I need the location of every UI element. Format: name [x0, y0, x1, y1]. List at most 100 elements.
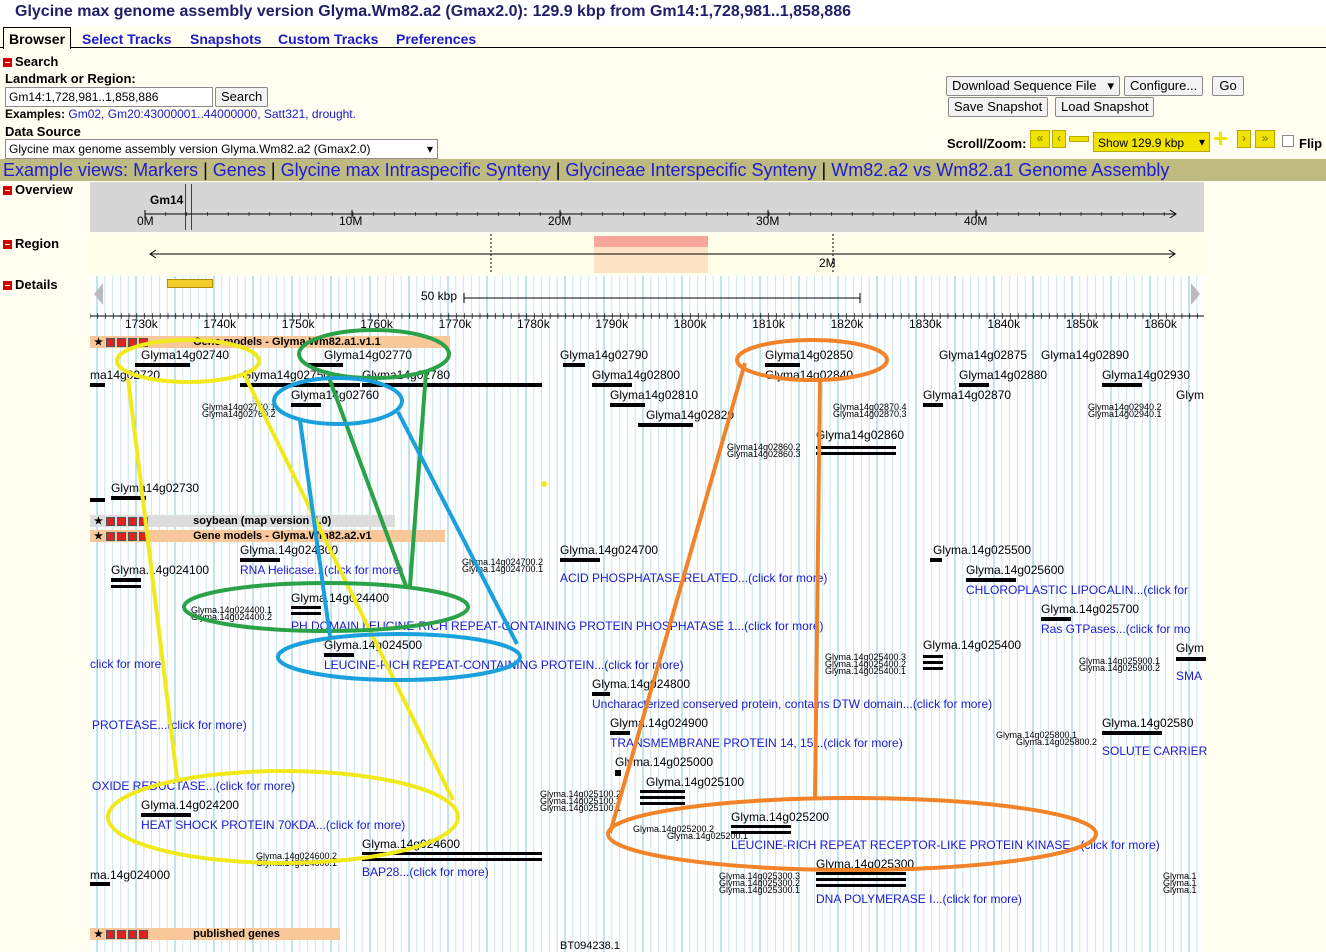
gene-description-link[interactable]: Ras GTPases...(click for mo [1041, 622, 1190, 636]
region-section-toggle[interactable]: Region [3, 236, 59, 251]
gene-label[interactable]: Glyma.14g024700 [560, 543, 658, 557]
gene-label[interactable]: Glyma.14g025300 [816, 857, 914, 871]
gene-label[interactable]: Glyma.14g024500 [324, 638, 422, 652]
gene-label[interactable]: Glyma14g02870 [923, 388, 1011, 402]
scroll-right-arrow-icon[interactable] [1191, 283, 1200, 305]
example-link[interactable]: Gm20:43000001..44000000, [108, 107, 261, 121]
gene-label[interactable]: Glyma14g02740 [141, 348, 229, 362]
gene-description-link[interactable]: Uncharacterized conserved protein, conta… [592, 697, 992, 711]
tab-custom-tracks[interactable]: Custom Tracks [278, 31, 378, 47]
gene-description-link[interactable]: PROTEASE...(click for more) [92, 718, 247, 732]
gene-label[interactable]: Glyma.14g024300 [240, 543, 338, 557]
example-view-interspecific[interactable]: Glycineae Interspecific Synteny [565, 160, 816, 180]
gene-description-link[interactable]: RNA Helicase...(click for more) [240, 563, 403, 577]
gene-label[interactable]: Glyma14g02930 [1102, 368, 1190, 382]
track-header-a2[interactable]: ★ Gene models - Glyma.Wm82.a2.v1 [90, 530, 445, 542]
transcript-label[interactable]: Glyma.14g025400.1 [825, 667, 906, 676]
gene-label[interactable]: ma.14g024000 [90, 868, 170, 882]
gene-description-link[interactable]: click for more) [90, 657, 165, 671]
transcript-label[interactable]: Glyma14g02870.3 [833, 410, 907, 419]
transcript-label[interactable]: Glyma.14g025100.1 [540, 804, 621, 813]
gene-label[interactable]: Glyma.14g02580 [1102, 716, 1193, 730]
gene-label[interactable]: Glyma.14g024600 [362, 837, 460, 851]
gene-description-link[interactable]: DNA POLYMERASE I...(click for more) [816, 892, 1022, 906]
tab-select-tracks[interactable]: Select Tracks [82, 31, 172, 47]
example-view-intraspecific[interactable]: Glycine max Intraspecific Synteny [281, 160, 551, 180]
gene-label[interactable]: Glyma.14g025200 [731, 810, 829, 824]
transcript-label[interactable]: Glyma.14g025900.2 [1079, 664, 1160, 673]
gene-description-link[interactable]: LEUCINE-RICH REPEAT-CONTAINING PROTEIN..… [324, 658, 684, 672]
gene-label[interactable]: Glyma.14g025600 [966, 563, 1064, 577]
gene-label[interactable]: Glyma14g02810 [610, 388, 698, 402]
gene-description-link[interactable]: HEAT SHOCK PROTEIN 70KDA...(click for mo… [141, 818, 405, 832]
gene-description-link[interactable]: OXIDE REDUCTASE...(click for more) [92, 779, 295, 793]
example-link[interactable]: Satt321, [264, 107, 309, 121]
gene-label[interactable]: Glyma14g02840 [765, 368, 853, 382]
gene-label[interactable]: Glyma14g02880 [959, 368, 1047, 382]
gene-label[interactable]: Glym [1176, 388, 1204, 402]
gene-label[interactable]: Glyma.14g025100 [646, 775, 744, 789]
gene-label[interactable]: Glyma14g02860 [816, 428, 904, 442]
example-link[interactable]: drought. [312, 107, 356, 121]
gene-label[interactable]: Glyma.14g024200 [141, 798, 239, 812]
example-view-markers[interactable]: Markers [133, 160, 198, 180]
gene-label[interactable]: Glyma14g02780 [362, 368, 450, 382]
gene-description-link[interactable]: CHLOROPLASTIC LIPOCALIN...(click for [966, 583, 1188, 597]
tab-snapshots[interactable]: Snapshots [190, 31, 262, 47]
gene-description-link[interactable]: LEUCINE-RICH REPEAT RECEPTOR-LIKE PROTEI… [731, 838, 1160, 852]
gene-label[interactable]: Glyma.14g025700 [1041, 602, 1139, 616]
example-view-genes[interactable]: Genes [213, 160, 266, 180]
zoom-out-icon[interactable] [1069, 136, 1089, 142]
gene-label[interactable]: ma14g02720 [90, 368, 160, 382]
scroll-left-arrow-icon[interactable] [94, 283, 103, 305]
gene-label[interactable]: Glyma.14g024900 [610, 716, 708, 730]
load-snapshot-button[interactable]: Load Snapshot [1055, 97, 1155, 117]
details-section-toggle[interactable]: Details [3, 277, 58, 292]
search-section-toggle[interactable]: Search [3, 54, 58, 69]
transcript-label[interactable]: Glyma14g02760.2 [202, 410, 276, 419]
gene-label[interactable]: Glyma14g02750 [242, 368, 330, 382]
gene-label[interactable]: Glyma.14g025000 [615, 755, 713, 769]
gene-label[interactable]: Glyma.14g024100 [111, 563, 209, 577]
gene-label[interactable]: Glyma14g02875 [939, 348, 1027, 362]
scroll-right-icon[interactable]: › [1237, 130, 1251, 148]
transcript-label[interactable]: Glyma14g02860.3 [727, 450, 801, 459]
gene-label[interactable]: Glyma14g02890 [1041, 348, 1129, 362]
example-view-assembly[interactable]: Wm82.a2 vs Wm82.a1 Genome Assembly [831, 160, 1169, 180]
gene-description-link[interactable]: TRANSMEMBRANE PROTEIN 14, 15...(click fo… [610, 736, 903, 750]
gene-label[interactable]: Glyma.14g025400 [923, 638, 1021, 652]
gene-description-link[interactable]: PH DOMAIN LEUCINE-RICH REPEAT-CONTAINING… [291, 619, 824, 633]
gene-label[interactable]: Glyma.14g025500 [933, 543, 1031, 557]
flip-checkbox[interactable] [1282, 135, 1294, 147]
example-link[interactable]: Gm02, [68, 107, 104, 121]
gene-label[interactable]: Glyma14g02800 [592, 368, 680, 382]
save-snapshot-button[interactable]: Save Snapshot [948, 97, 1049, 117]
search-button[interactable]: Search [215, 87, 269, 107]
gene-label[interactable]: Glyma14g02850 [765, 348, 853, 362]
track-header-soybean[interactable]: ★ soybean (map version 4.0) [90, 515, 395, 527]
gene-label[interactable]: Glyma.14g024800 [592, 677, 690, 691]
gene-description-link[interactable]: SOLUTE CARRIER [1102, 744, 1207, 758]
scroll-right-far-icon[interactable]: » [1255, 130, 1275, 148]
transcript-label[interactable]: Glyma14g02940.1 [1088, 410, 1162, 419]
tab-browser[interactable]: Browser [3, 27, 72, 49]
transcript-label[interactable]: Glyma.14g024700.1 [462, 565, 543, 574]
download-sequence-select[interactable]: Download Sequence File ▾ [946, 76, 1120, 96]
transcript-label[interactable]: Glyma.14g024600.1 [256, 859, 337, 868]
gene-label[interactable]: Glyma.14g024400 [291, 591, 389, 605]
datasource-select[interactable]: Glycine max genome assembly version Glym… [5, 139, 438, 159]
transcript-label[interactable]: Glyma.14g025200.1 [667, 832, 748, 841]
zoom-in-icon[interactable]: + [1213, 125, 1233, 151]
tab-preferences[interactable]: Preferences [396, 31, 476, 47]
gene-label[interactable]: Glyma14g02790 [560, 348, 648, 362]
overview-section-toggle[interactable]: Overview [3, 182, 73, 197]
transcript-label[interactable]: Glyma.1 [1163, 886, 1197, 895]
scroll-left-far-icon[interactable]: « [1030, 130, 1050, 148]
drag-handle[interactable] [167, 279, 213, 288]
configure-button[interactable]: Configure... [1124, 76, 1204, 96]
gene-label[interactable]: Glym [1176, 641, 1204, 655]
go-button[interactable]: Go [1212, 76, 1244, 96]
landmark-input[interactable]: Gm14:1,728,981..1,858,886 [5, 87, 213, 107]
gene-description-link[interactable]: ACID PHOSPHATASE RELATED...(click for mo… [560, 571, 827, 585]
gene-label[interactable]: Glyma14g02820 [646, 408, 734, 422]
